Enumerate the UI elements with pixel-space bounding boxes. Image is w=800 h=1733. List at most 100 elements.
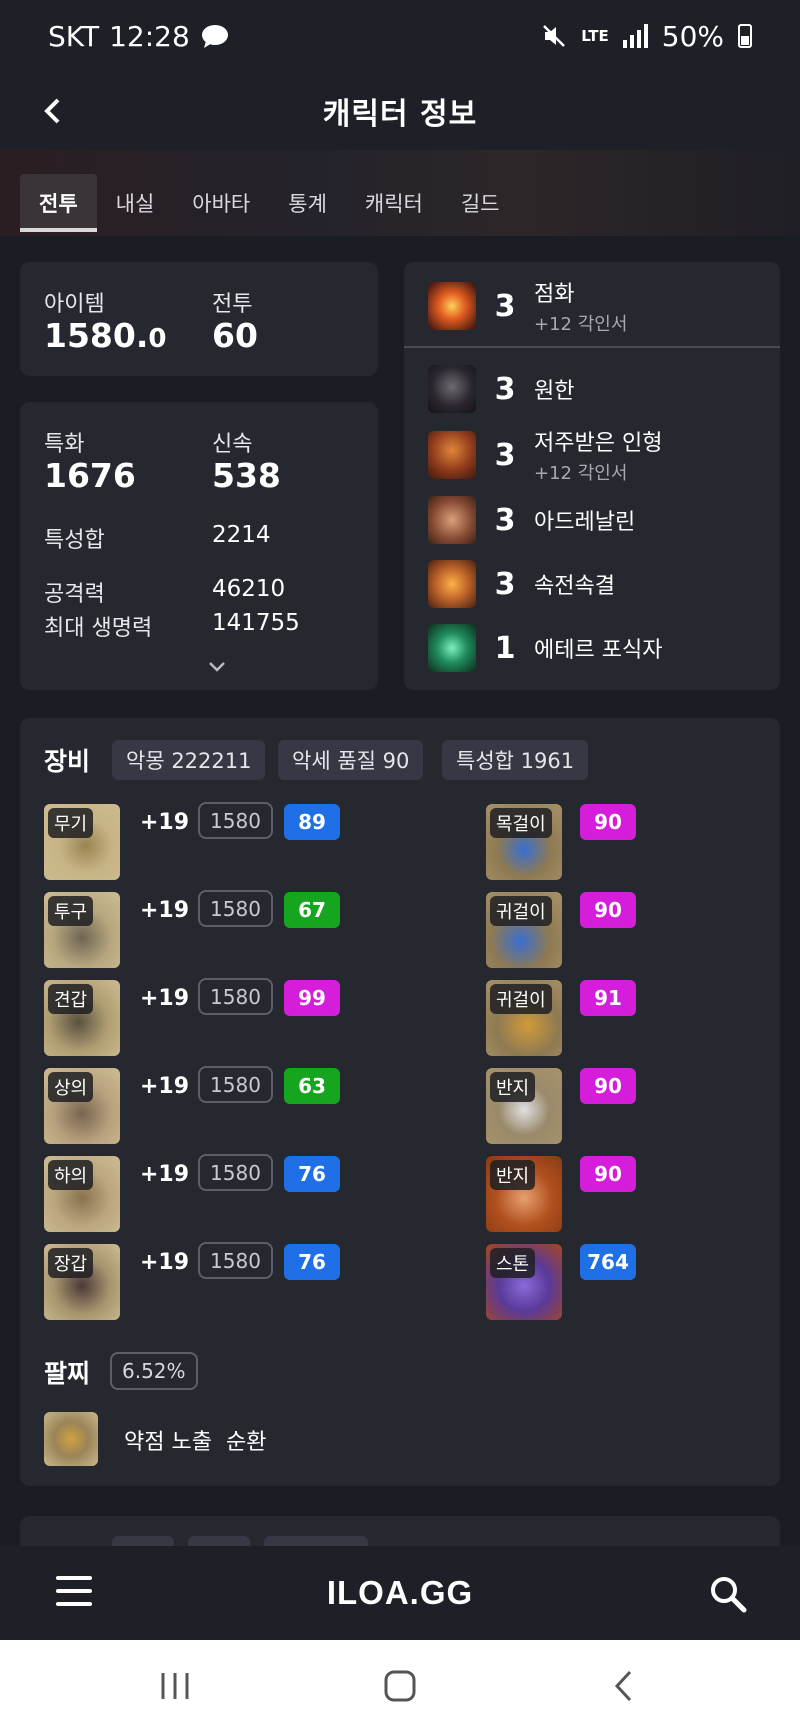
tab-label: 내실 <box>115 192 155 216</box>
slot-tag: 하의 <box>48 1160 94 1190</box>
quality-badge: 99 <box>284 980 340 1016</box>
system-nav-bar <box>0 1640 800 1733</box>
accessory-quality-chip: 악세 품질 90 <box>278 740 424 780</box>
engraving-level: 3 <box>494 437 516 473</box>
engraving-row: 3 점화 +12 각인서 <box>404 276 780 336</box>
enhance-level: +19 <box>140 1074 190 1099</box>
mute-icon <box>543 25 566 47</box>
item-level-badge: 1580 <box>198 1154 273 1191</box>
engravings-card: 3 점화 +12 각인서 3 원한 3 저주받은 인형 +12 각인서 3 아드… <box>404 262 780 690</box>
quality-badge: 67 <box>284 892 340 928</box>
item-level-label: 아이템 <box>44 292 105 317</box>
tab-label: 통계 <box>288 192 327 216</box>
status-left: SKT 12:28 <box>48 20 230 53</box>
stats-card[interactable]: 특화 1676 신속 538 특성합 2214 공격력 46210 최대 생명력… <box>20 402 378 690</box>
bracelet-effect-2: 순환 <box>226 1430 267 1455</box>
swift-value: 538 <box>212 456 281 495</box>
tab-avatar[interactable]: 아바타 <box>173 174 269 232</box>
tab-label: 캐릭터 <box>364 192 423 216</box>
item-level-badge: 1580 <box>198 802 273 839</box>
level-card: 아이템 1580.0 전투 60 <box>20 262 378 376</box>
tab-stats[interactable]: 통계 <box>269 174 346 232</box>
site-logo[interactable]: ILOA.GG <box>327 1574 473 1612</box>
slot-tag: 반지 <box>490 1160 536 1190</box>
quality-badge: 91 <box>580 980 636 1016</box>
pants-icon[interactable]: 하의 <box>44 1156 120 1232</box>
back-button[interactable] <box>28 86 78 136</box>
engraving-row: 3 원한 <box>404 359 780 419</box>
slot-tag: 귀걸이 <box>490 984 552 1014</box>
equipment-set-chip: 악몽 222211 <box>112 740 266 780</box>
enhance-level: +19 <box>140 986 190 1011</box>
enhance-level: +19 <box>140 898 190 923</box>
weapon-icon[interactable]: 무기 <box>44 804 120 880</box>
home-button[interactable] <box>370 1664 430 1708</box>
stat-total-chip: 특성합 1961 <box>442 740 589 780</box>
quality-badge: 76 <box>284 1156 340 1192</box>
chevron-left-icon <box>44 98 60 124</box>
engraving-text: 점화 +12 각인서 <box>534 276 627 336</box>
engraving-row: 3 속전속결 <box>404 554 780 614</box>
engraving-name: 에테르 포식자 <box>534 638 663 663</box>
gloves-icon[interactable]: 장갑 <box>44 1244 120 1320</box>
bracelet-icon[interactable] <box>44 1412 98 1466</box>
menu-icon[interactable] <box>56 1576 92 1606</box>
equipment-title: 장비 <box>44 747 91 776</box>
engraving-name: 점화 <box>534 282 575 307</box>
crit-label: 특화 <box>44 432 85 457</box>
battery-label: 50% <box>661 19 724 53</box>
quality-badge: 90 <box>580 804 636 840</box>
tab-guild[interactable]: 길드 <box>442 174 519 232</box>
stat-total-label: 특성합 <box>44 528 105 553</box>
stone-icon[interactable]: 스톤 <box>486 1244 562 1320</box>
engraving-row: 3 아드레날린 <box>404 490 780 550</box>
slot-tag: 귀걸이 <box>490 896 552 926</box>
chest-icon[interactable]: 상의 <box>44 1068 120 1144</box>
swift-label: 신속 <box>212 432 253 457</box>
item-level-decimal: 0 <box>148 324 167 354</box>
necklace-icon[interactable]: 목걸이 <box>486 804 562 880</box>
search-icon[interactable] <box>708 1574 748 1614</box>
combat-level-label: 전투 <box>212 292 253 317</box>
hp-value: 141755 <box>212 610 300 636</box>
quality-badge: 764 <box>580 1244 636 1280</box>
app-header: 캐릭터 정보 <box>0 72 800 150</box>
tab-domain[interactable]: 내실 <box>97 174 174 232</box>
carrier-label: SKT <box>48 19 100 53</box>
engraving-level: 3 <box>494 288 516 324</box>
enhance-level: +19 <box>140 1162 190 1187</box>
status-right: LTE 50% <box>541 20 752 53</box>
ring-icon[interactable]: 반지 <box>486 1068 562 1144</box>
engraving-text: 저주받은 인형 +12 각인서 <box>534 425 662 485</box>
expand-chevron-icon[interactable] <box>208 654 226 678</box>
home-icon <box>384 1670 416 1702</box>
quality-badge: 89 <box>284 804 340 840</box>
ring-icon[interactable]: 반지 <box>486 1156 562 1232</box>
earring-icon[interactable]: 귀걸이 <box>486 892 562 968</box>
bottom-app-bar: ILOA.GG <box>0 1546 800 1640</box>
system-back-button[interactable] <box>594 1664 654 1708</box>
tab-character[interactable]: 캐릭터 <box>346 174 442 232</box>
slot-tag: 장갑 <box>48 1248 94 1278</box>
slot-tag: 목걸이 <box>490 808 552 838</box>
grudge-icon <box>428 365 476 413</box>
engraving-level: 3 <box>494 371 516 407</box>
tabs: 전투 내실 아바타 통계 캐릭터 길드 <box>20 174 519 232</box>
quality-badge: 76 <box>284 1244 340 1280</box>
tab-bar: 전투 내실 아바타 통계 캐릭터 길드 <box>0 150 800 236</box>
bracelet-percent-chip: 6.52% <box>110 1352 198 1390</box>
tab-label: 길드 <box>460 192 500 216</box>
recent-apps-button[interactable] <box>145 1664 205 1708</box>
attack-value: 46210 <box>212 576 286 602</box>
shoulder-icon[interactable]: 견갑 <box>44 980 120 1056</box>
page-title: 캐릭터 정보 <box>322 97 478 132</box>
engraving-row: 3 저주받은 인형 +12 각인서 <box>404 425 780 485</box>
helmet-icon[interactable]: 투구 <box>44 892 120 968</box>
clock: 12:28 <box>109 19 190 53</box>
earring-icon[interactable]: 귀걸이 <box>486 980 562 1056</box>
tab-label: 아바타 <box>192 192 251 216</box>
item-level-badge: 1580 <box>198 1066 273 1103</box>
bracelet-title: 팔찌 <box>44 1359 91 1388</box>
hp-label: 최대 생명력 <box>44 616 153 641</box>
tab-combat[interactable]: 전투 <box>20 174 97 232</box>
